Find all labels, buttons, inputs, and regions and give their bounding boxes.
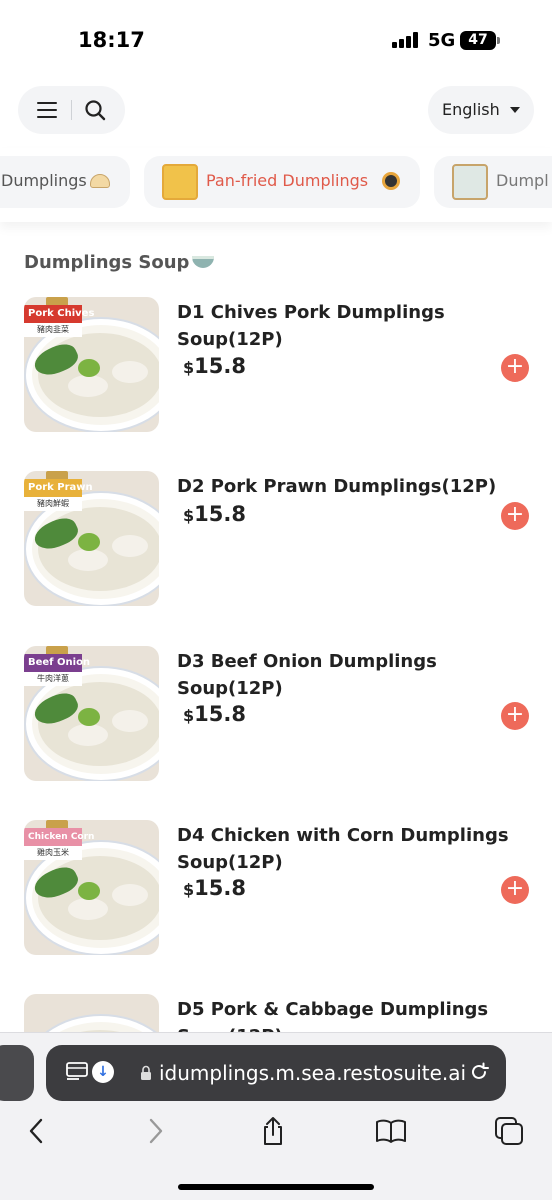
item-name: D3 Beef Onion Dumplings Soup(12P) — [177, 651, 437, 699]
flavor-tag-sub: 豬肉鮮蝦 — [24, 497, 82, 511]
currency-symbol: $ — [183, 506, 195, 525]
page-menu-icon[interactable] — [66, 1062, 88, 1082]
menu-item[interactable]: Pork Prawn 豬肉鮮蝦 D2 Pork Prawn Dumplings(… — [0, 471, 552, 621]
item-price: $15.8 — [183, 502, 246, 526]
price-value: 15.8 — [194, 702, 246, 726]
section-title: Dumplings Soup — [24, 252, 215, 273]
currency-symbol: $ — [183, 706, 195, 725]
add-to-cart-button[interactable]: + — [501, 354, 529, 382]
battery-nub — [497, 37, 500, 44]
url-text: idumplings.m.sea.restosuite.ai — [159, 1061, 467, 1085]
flavor-tag: Chicken Corn — [24, 828, 94, 846]
caret-down-icon — [510, 107, 520, 113]
flavor-tag: Beef Onion — [24, 654, 90, 672]
soup-bowl-emoji-icon — [192, 256, 215, 268]
status-time: 18:17 — [78, 28, 145, 52]
flavor-tag-sub: 雞肉玉米 — [24, 846, 82, 860]
flavor-tag-sub: 牛肉洋蔥 — [24, 672, 82, 686]
section-title-text: Dumplings Soup — [24, 252, 190, 273]
item-price: $15.8 — [183, 876, 246, 900]
tab-dumplings[interactable]: Dumplings — [0, 156, 130, 208]
frying-pan-emoji-icon — [382, 172, 400, 190]
hamburger-menu-icon[interactable] — [37, 102, 57, 118]
item-price: $15.8 — [183, 354, 246, 378]
forward-icon[interactable] — [140, 1115, 172, 1147]
item-photo: Chicken Corn 雞肉玉米 — [24, 820, 159, 955]
language-label: English — [442, 100, 500, 119]
item-photo: Beef Onion 牛肉洋蔥 — [24, 646, 159, 781]
flavor-tag-sub: 豬肉韭菜 — [24, 323, 82, 337]
reload-icon[interactable] — [468, 1061, 490, 1083]
menu-search-pill — [18, 86, 125, 134]
network-type: 5G — [428, 30, 456, 51]
pill-divider — [71, 100, 72, 120]
tabs-icon[interactable] — [493, 1115, 525, 1147]
browser-toolbar: ↓ idumplings.m.sea.restosuite.ai — [0, 1032, 552, 1200]
battery-icon: 47 — [460, 31, 496, 50]
item-price: $15.8 — [183, 702, 246, 726]
category-thumbnail — [162, 164, 198, 200]
add-to-cart-button[interactable]: + — [501, 876, 529, 904]
item-name: D2 Pork Prawn Dumplings(12P) — [177, 476, 497, 497]
add-to-cart-button[interactable]: + — [501, 702, 529, 730]
tab-label: Dumplings — [1, 171, 87, 190]
currency-symbol: $ — [183, 880, 195, 899]
price-value: 15.8 — [194, 354, 246, 378]
menu-item[interactable]: Chicken Corn 雞肉玉米 D4 Chicken with Corn D… — [0, 820, 552, 970]
category-tabs: Dumplings Pan-fried Dumplings Dumpl — [0, 148, 552, 222]
tab-label: Dumpl — [496, 171, 549, 190]
item-photo: Pork Prawn 豬肉鮮蝦 — [24, 471, 159, 606]
download-icon[interactable]: ↓ — [92, 1061, 114, 1083]
currency-symbol: $ — [183, 358, 195, 377]
language-selector[interactable]: English — [428, 86, 534, 134]
search-icon[interactable] — [84, 99, 106, 121]
item-name: D4 Chicken with Corn Dumplings Soup(12P) — [177, 825, 509, 873]
item-photo: Pork Chives 豬肉韭菜 — [24, 297, 159, 432]
flavor-tag: Pork Prawn — [24, 479, 93, 497]
tab-pan-fried-dumplings[interactable]: Pan-fried Dumplings — [144, 156, 420, 208]
previous-tab-preview[interactable] — [0, 1045, 34, 1101]
tab-label: Pan-fried Dumplings — [206, 171, 369, 190]
share-icon[interactable] — [257, 1115, 289, 1147]
signal-icon — [392, 32, 422, 48]
lock-icon — [141, 1065, 151, 1080]
back-icon[interactable] — [20, 1115, 52, 1147]
flavor-tag: Pork Chives — [24, 305, 94, 323]
menu-item[interactable]: Pork Chives 豬肉韭菜 D1 Chives Pork Dumpling… — [0, 297, 552, 447]
price-value: 15.8 — [194, 502, 246, 526]
dumpling-emoji-icon — [90, 174, 110, 188]
address-bar[interactable]: ↓ idumplings.m.sea.restosuite.ai — [46, 1045, 506, 1101]
item-name: D1 Chives Pork Dumplings Soup(12P) — [177, 302, 445, 350]
price-value: 15.8 — [194, 876, 246, 900]
home-indicator[interactable] — [178, 1184, 374, 1190]
bookmarks-icon[interactable] — [375, 1115, 407, 1147]
status-bar: 18:17 5G 47 — [0, 0, 552, 80]
tab-dumplings-soup[interactable]: Dumpl — [434, 156, 552, 208]
menu-item[interactable]: Beef Onion 牛肉洋蔥 D3 Beef Onion Dumplings … — [0, 646, 552, 796]
add-to-cart-button[interactable]: + — [501, 502, 529, 530]
category-thumbnail — [452, 164, 488, 200]
